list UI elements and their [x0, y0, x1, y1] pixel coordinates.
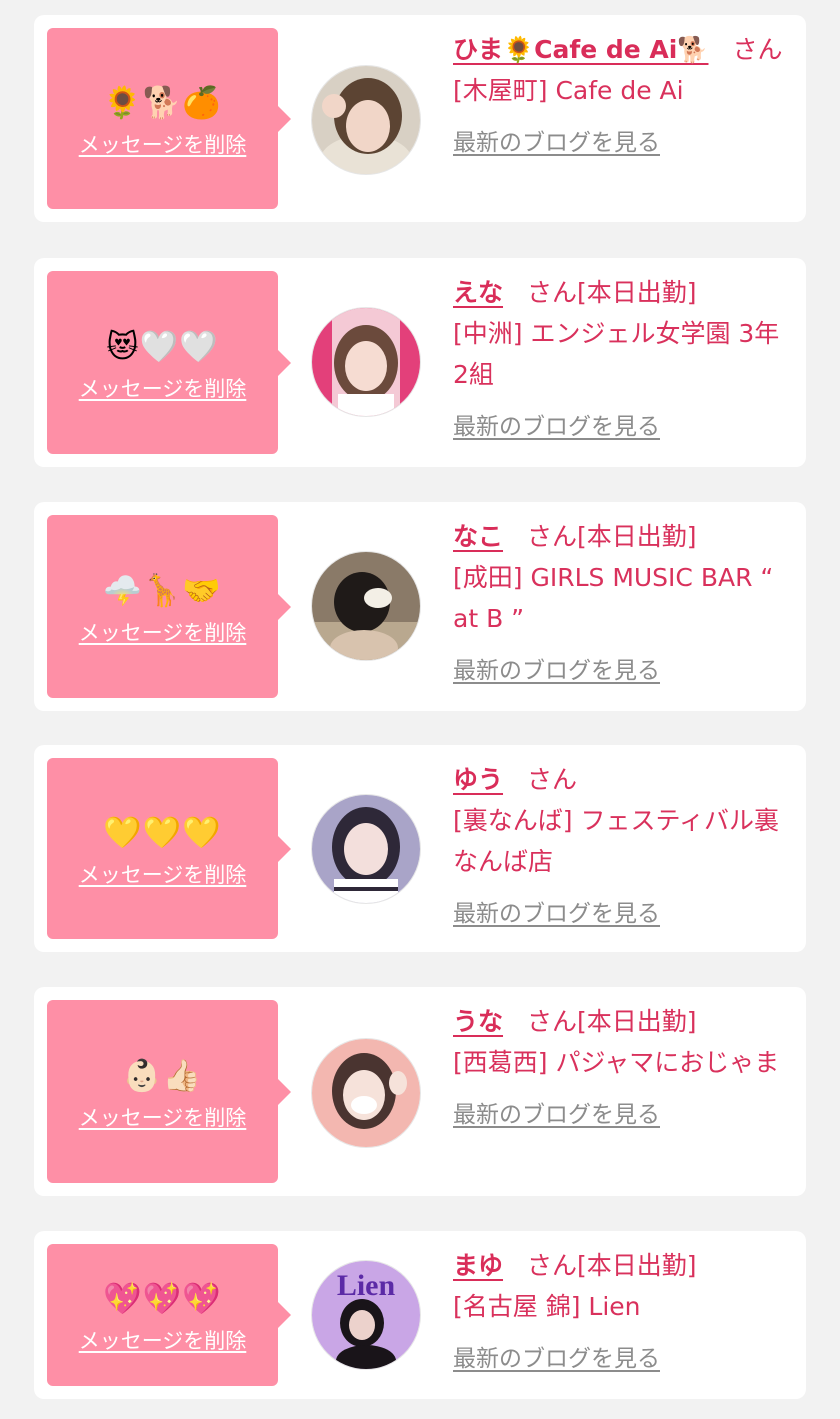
emoji-stamp: 🌻🐕🍊 [103, 84, 222, 121]
message-info: まゆ さん[本日出勤] [名古屋 錦] Lien 最新のブログを見る [453, 1245, 788, 1380]
honorific: さん [527, 278, 578, 307]
message-info: うな さん[本日出勤] [西葛西] パジャマにおじゃま 最新のブログを見る [453, 1001, 788, 1136]
attendance-status: [本日出勤] [577, 522, 697, 551]
honorific: さん [527, 1007, 578, 1036]
message-bubble: 🌻🐕🍊 メッセージを削除 [47, 28, 291, 209]
avatar-photo [312, 308, 420, 416]
shop-name: [名古屋 錦] Lien [453, 1292, 641, 1321]
latest-blog-link[interactable]: 最新のブログを見る [453, 407, 788, 448]
emoji-stamp: 👶🏻👍🏻 [122, 1057, 203, 1094]
delete-message-link[interactable]: メッセージを削除 [79, 1102, 247, 1132]
delete-message-link[interactable]: メッセージを削除 [79, 129, 247, 159]
shop-name: [中洲] エンジェル女学園 3年2組 [453, 319, 780, 389]
attendance-status: [本日出勤] [577, 1007, 697, 1036]
emoji-stamp: 😻🤍🤍 [106, 328, 219, 365]
member-name-link[interactable]: まゆ [453, 1251, 503, 1280]
avatar-photo [312, 795, 420, 903]
member-name-link[interactable]: えな [453, 278, 503, 307]
avatar[interactable] [312, 308, 420, 416]
shop-name: [木屋町] Cafe de Ai [453, 76, 684, 105]
message-bubble: 👶🏻👍🏻 メッセージを削除 [47, 1000, 291, 1183]
message-card: 🌻🐕🍊 メッセージを削除 ひま🌻Cafe de Ai🐕 さん [木屋町] Cafe… [34, 15, 806, 222]
avatar-photo [312, 552, 420, 660]
avatar[interactable] [312, 795, 420, 903]
message-bubble: 😻🤍🤍 メッセージを削除 [47, 271, 291, 454]
latest-blog-link[interactable]: 最新のブログを見る [453, 123, 788, 164]
avatar[interactable]: Lien [312, 1261, 420, 1369]
avatar-photo [312, 66, 420, 174]
emoji-stamp: 💛💛💛 [103, 814, 222, 851]
avatar-logo-text: Lien [337, 1269, 396, 1302]
message-info: ゆう さん [裏なんば] フェスティバル裏なんば店 最新のブログを見る [453, 759, 788, 935]
message-list: 🌻🐕🍊 メッセージを削除 ひま🌻Cafe de Ai🐕 さん [木屋町] Cafe… [0, 0, 840, 1419]
delete-message-link[interactable]: メッセージを削除 [79, 859, 247, 889]
message-card: 😻🤍🤍 メッセージを削除 えな さん[本日出勤] [中洲] エンジェル女学園 3年… [34, 258, 806, 467]
delete-message-link[interactable]: メッセージを削除 [79, 617, 247, 647]
message-bubble: 💖💖💖 メッセージを削除 [47, 1244, 291, 1386]
message-bubble: 🌩️🦒🤝 メッセージを削除 [47, 515, 291, 698]
avatar[interactable] [312, 552, 420, 660]
attendance-status: [本日出勤] [577, 278, 697, 307]
latest-blog-link[interactable]: 最新のブログを見る [453, 651, 788, 692]
message-info: なこ さん[本日出勤] [成田] GIRLS MUSIC BAR “ at B ”… [453, 516, 788, 692]
message-card: 👶🏻👍🏻 メッセージを削除 うな さん[本日出勤] [西葛西] パジャマにおじゃま… [34, 987, 806, 1196]
member-name-link[interactable]: ひま🌻Cafe de Ai🐕 [453, 35, 708, 64]
honorific: さん [527, 765, 578, 794]
attendance-status: [本日出勤] [577, 1251, 697, 1280]
shop-name: [成田] GIRLS MUSIC BAR “ at B ” [453, 563, 774, 633]
avatar-photo [312, 1039, 420, 1147]
delete-message-link[interactable]: メッセージを削除 [79, 1325, 247, 1355]
latest-blog-link[interactable]: 最新のブログを見る [453, 1095, 788, 1136]
honorific: さん [732, 35, 783, 64]
latest-blog-link[interactable]: 最新のブログを見る [453, 1339, 788, 1380]
emoji-stamp: 🌩️🦒🤝 [103, 572, 222, 609]
emoji-stamp: 💖💖💖 [103, 1281, 222, 1317]
honorific: さん [527, 1251, 578, 1280]
member-name-link[interactable]: うな [453, 1007, 503, 1036]
message-bubble: 💛💛💛 メッセージを削除 [47, 758, 291, 939]
message-card: 💛💛💛 メッセージを削除 ゆう さん [裏なんば] フェスティバル裏なんば店 最新… [34, 745, 806, 952]
shop-name: [西葛西] パジャマにおじゃま [453, 1048, 780, 1077]
message-info: えな さん[本日出勤] [中洲] エンジェル女学園 3年2組 最新のブログを見る [453, 272, 788, 448]
avatar[interactable] [312, 1039, 420, 1147]
latest-blog-link[interactable]: 最新のブログを見る [453, 894, 788, 935]
message-card: 🌩️🦒🤝 メッセージを削除 なこ さん[本日出勤] [成田] GIRLS MUSI… [34, 502, 806, 711]
delete-message-link[interactable]: メッセージを削除 [79, 373, 247, 403]
message-card: 💖💖💖 メッセージを削除 Lien まゆ さん[本日出勤] [名古屋 錦] Lie… [34, 1231, 806, 1399]
member-name-link[interactable]: ゆう [453, 765, 503, 794]
member-name-link[interactable]: なこ [453, 522, 503, 551]
message-info: ひま🌻Cafe de Ai🐕 さん [木屋町] Cafe de Ai 最新のブログ… [453, 29, 788, 164]
honorific: さん [527, 522, 578, 551]
shop-name: [裏なんば] フェスティバル裏なんば店 [453, 806, 779, 876]
avatar-photo: Lien [312, 1261, 420, 1369]
avatar[interactable] [312, 66, 420, 174]
